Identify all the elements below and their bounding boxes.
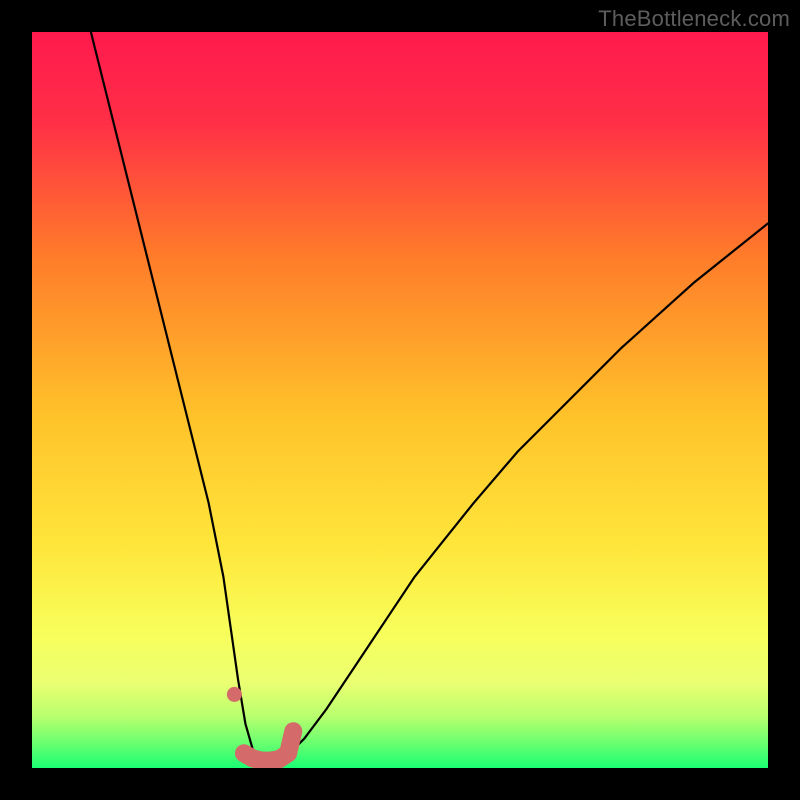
- chart-frame: TheBottleneck.com: [0, 0, 800, 800]
- gradient-background: [32, 32, 768, 768]
- chart-svg: [32, 32, 768, 768]
- plot-area: [32, 32, 768, 768]
- watermark-text: TheBottleneck.com: [598, 6, 790, 32]
- sweet-spot-dot: [227, 687, 242, 702]
